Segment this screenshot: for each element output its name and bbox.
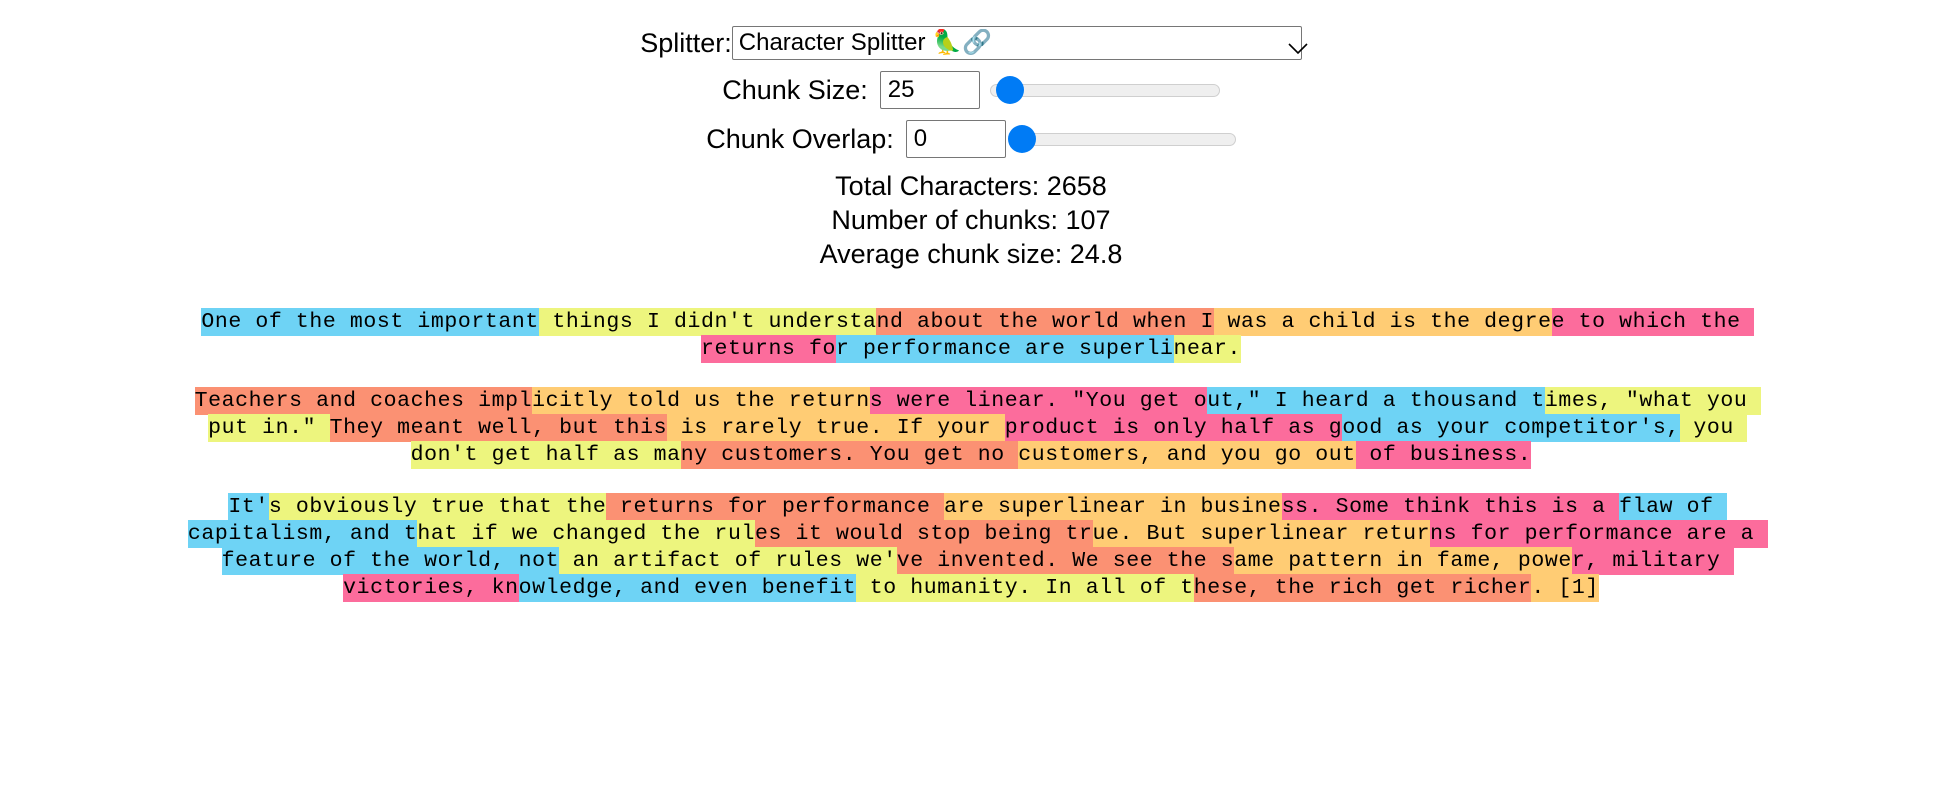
text-chunk: of business.	[1355, 441, 1532, 469]
text-chunk: hese, the rich get richer	[1193, 574, 1532, 602]
text-chunk: is rarely true. If your	[667, 414, 1005, 442]
chunk-overlap-slider-thumb[interactable]	[1008, 125, 1037, 153]
splitter-select-wrap: Character Splitter 🦜🔗	[731, 26, 1308, 60]
text-chunk: s obviously true that the	[268, 493, 607, 521]
text-chunk: ve invented. We see the s	[896, 547, 1235, 575]
text-chunk: ue. But superlinear retur	[1092, 520, 1431, 548]
chunk-overlap-input[interactable]	[905, 120, 1006, 158]
splitter-select[interactable]: Character Splitter 🦜🔗	[731, 26, 1302, 60]
text-chunk: ood as your competitor's,	[1342, 414, 1680, 442]
chunk-overlap-slider[interactable]	[1008, 124, 1236, 154]
text-chunk: ny customers. You get no	[680, 441, 1019, 469]
chunk-size-label: Chunk Size:	[722, 75, 868, 105]
chunked-text-output: One of the most important things I didn'…	[187, 308, 1768, 602]
text-chunk: returns for performance	[606, 493, 944, 521]
text-chunk: They meant well, but this	[329, 414, 668, 442]
text-chunk: things I didn't understa	[538, 308, 877, 336]
text-chunk: product is only half as g	[1004, 414, 1343, 442]
number-of-chunks-text: Number of chunks: 107	[831, 205, 1111, 235]
chunk-size-slider-thumb[interactable]	[996, 76, 1025, 104]
text-chunk: near.	[1173, 335, 1242, 363]
text-chunk: are superlinear in busine	[944, 493, 1282, 521]
text-chunk: Teachers and coaches impl	[194, 387, 533, 415]
stats-block: Total Characters: 2658 Number of chunks:…	[187, 169, 1755, 271]
paragraph-1: One of the most important things I didn'…	[187, 308, 1755, 363]
text-chunk: nd about the world when I	[876, 308, 1215, 336]
total-characters-text: Total Characters: 2658	[835, 171, 1107, 201]
text-chunk: was a child is the degre	[1214, 308, 1552, 336]
chunk-overlap-row: Chunk Overlap:	[187, 120, 1755, 158]
chunk-size-row: Chunk Size:	[187, 71, 1755, 109]
text-chunk: s were linear. "You get o	[869, 387, 1208, 415]
text-chunk: customers, and you go out	[1018, 441, 1356, 469]
average-chunk-size-text: Average chunk size: 24.8	[819, 239, 1123, 269]
text-chunk: icitly told us the return	[532, 387, 870, 415]
paragraph-2: Teachers and coaches implicitly told us …	[187, 387, 1761, 469]
text-chunk: feature of the world, not	[221, 547, 560, 575]
text-chunk: One of the most important	[201, 308, 539, 336]
chunk-overlap-label: Chunk Overlap:	[706, 124, 894, 154]
splitter-row: Splitter: Character Splitter 🦜🔗	[187, 26, 1755, 60]
text-chunk: an artifact of rules we'	[559, 547, 897, 575]
chunk-size-input[interactable]	[879, 71, 980, 109]
text-chunk: hat if we changed the rul	[417, 520, 755, 548]
text-chunk: ss. Some think this is a	[1281, 493, 1620, 521]
paragraph-3: It's obviously true that the returns for…	[187, 493, 1768, 602]
chunk-size-slider[interactable]	[989, 75, 1220, 105]
chunk-overlap-slider-track[interactable]	[1015, 132, 1236, 146]
text-chunk: ns for performance are a	[1430, 520, 1768, 548]
text-chunk: ame pattern in fame, powe	[1234, 547, 1572, 575]
text-chunk: r performance are superli	[835, 335, 1174, 363]
text-chunk: ut," I heard a thousand t	[1207, 387, 1545, 415]
text-chunk: owledge, and even benefit	[518, 574, 857, 602]
text-chunk: es it would stop being tr	[754, 520, 1093, 548]
splitter-label: Splitter:	[640, 28, 732, 58]
chunk-visualizer-app: Splitter: Character Splitter 🦜🔗 Chunk Si…	[187, 0, 1768, 602]
text-chunk: to humanity. In all of t	[856, 574, 1194, 602]
text-chunk: . [1]	[1531, 574, 1599, 602]
text-chunk: It'	[228, 493, 269, 521]
